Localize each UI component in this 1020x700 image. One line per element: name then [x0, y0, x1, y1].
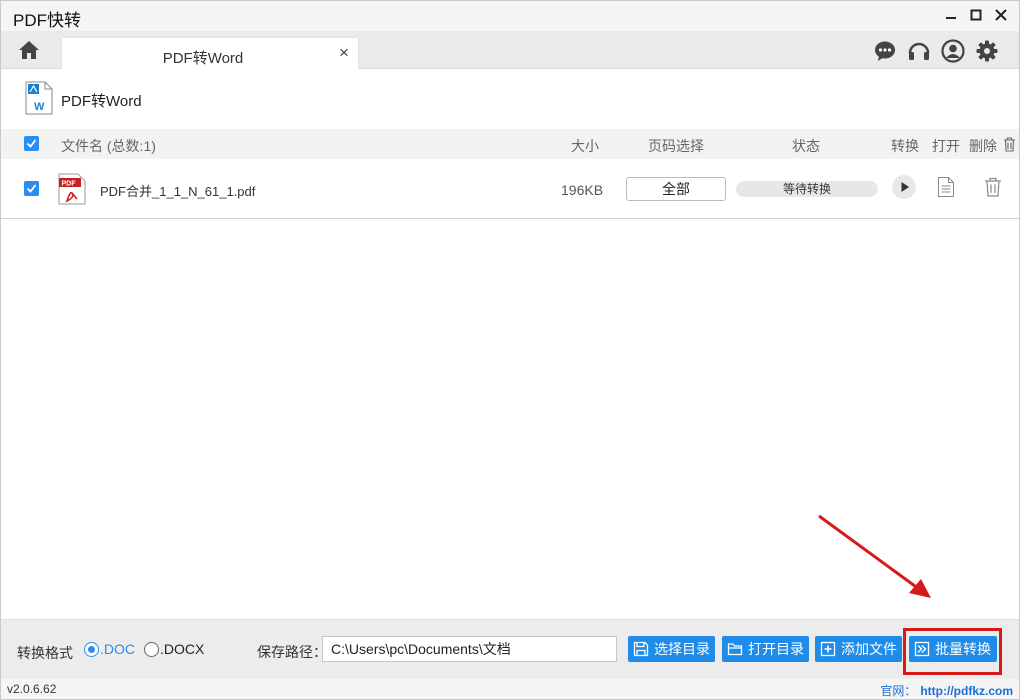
- format-docx-label[interactable]: .DOCX: [160, 641, 204, 657]
- minimize-button[interactable]: [940, 5, 962, 25]
- open-dir-label: 打开目录: [748, 641, 804, 657]
- tab-close-button[interactable]: ×: [336, 44, 352, 62]
- row-checkbox[interactable]: [24, 181, 39, 196]
- headset-icon: [908, 42, 930, 60]
- file-size: 196KB: [561, 182, 604, 198]
- status-badge: 等待转换: [736, 181, 878, 197]
- user-icon: [941, 39, 965, 63]
- section-header: W PDF转Word: [1, 69, 1019, 129]
- app-window: PDF快转 PDF转Word × W PDF转Word 文件名 (总数:1) 大…: [0, 0, 1020, 700]
- format-doc-radio[interactable]: [84, 642, 99, 657]
- delete-row-button[interactable]: [984, 177, 1002, 197]
- tab-pdf-to-word[interactable]: PDF转Word ×: [61, 37, 359, 69]
- status-bar: v2.0.6.62 官网： http://pdfkz.com: [1, 679, 1019, 699]
- save-path-label: 保存路径：: [257, 644, 327, 660]
- page-select-button[interactable]: 全部: [626, 177, 726, 201]
- website-label: 官网：: [880, 684, 917, 698]
- svg-text:W: W: [34, 101, 45, 113]
- select-all-checkbox[interactable]: [24, 136, 39, 151]
- home-button[interactable]: [17, 38, 41, 62]
- title-bar: PDF快转: [1, 1, 1019, 31]
- version-label: v2.0.6.62: [7, 682, 57, 696]
- convert-button[interactable]: [892, 175, 916, 199]
- save-path-input[interactable]: [322, 636, 617, 662]
- bottom-bar: 转换格式 .DOC .DOCX 保存路径： 选择目录 打开目录 添加文件: [1, 619, 1019, 679]
- chat-icon: [875, 41, 895, 61]
- delete-all-trash-icon[interactable]: [1003, 137, 1016, 152]
- column-header-size: 大小: [571, 138, 599, 154]
- play-icon: [901, 182, 909, 192]
- save-icon: [633, 641, 649, 657]
- column-header-filename: 文件名 (总数:1): [61, 138, 156, 154]
- add-file-button[interactable]: 添加文件: [815, 636, 902, 662]
- plus-icon: [820, 641, 836, 657]
- batch-icon: [914, 641, 930, 657]
- pdf-file-icon: PDF: [58, 173, 86, 205]
- section-title: PDF转Word: [61, 93, 142, 110]
- check-icon: [26, 184, 37, 193]
- svg-text:PDF: PDF: [62, 181, 77, 188]
- app-title: PDF快转: [13, 11, 81, 30]
- website-link[interactable]: 官网： http://pdfkz.com: [880, 682, 1013, 699]
- gear-icon: [976, 40, 998, 62]
- home-icon: [19, 41, 39, 59]
- open-file-button[interactable]: [937, 177, 955, 197]
- column-header-status: 状态: [792, 138, 820, 154]
- chat-button[interactable]: [873, 39, 897, 63]
- format-label: 转换格式: [17, 645, 73, 661]
- check-icon: [26, 139, 37, 148]
- choose-dir-label: 选择目录: [654, 641, 710, 657]
- column-header-page-select: 页码选择: [648, 138, 704, 154]
- website-url: http://pdfkz.com: [920, 684, 1013, 698]
- maximize-button[interactable]: [965, 5, 987, 25]
- format-doc-label[interactable]: .DOC: [100, 641, 135, 657]
- column-header-convert: 转换: [891, 138, 919, 154]
- open-file-icon: [938, 177, 954, 197]
- trash-icon: [985, 177, 1001, 197]
- open-dir-button[interactable]: 打开目录: [722, 636, 809, 662]
- batch-convert-button[interactable]: 批量转换: [909, 636, 997, 662]
- tab-bar: PDF转Word ×: [1, 31, 1019, 69]
- close-window-button[interactable]: [990, 5, 1012, 25]
- batch-convert-label: 批量转换: [935, 641, 991, 657]
- tab-label: PDF转Word: [162, 50, 244, 67]
- table-row: PDF PDF合并_1_1_N_61_1.pdf 196KB 全部 等待转换: [1, 159, 1019, 219]
- column-header-delete: 删除: [969, 138, 997, 154]
- format-docx-radio[interactable]: [144, 642, 159, 657]
- close-icon: [995, 9, 1007, 21]
- settings-button[interactable]: [975, 39, 999, 63]
- add-file-label: 添加文件: [841, 641, 897, 657]
- account-button[interactable]: [941, 39, 965, 63]
- folder-icon: [727, 643, 743, 656]
- minimize-icon: [946, 17, 956, 19]
- maximize-icon: [970, 9, 982, 21]
- annotation-arrow: [818, 514, 931, 598]
- choose-dir-button[interactable]: 选择目录: [628, 636, 715, 662]
- table-header: 文件名 (总数:1) 大小 页码选择 状态 转换 打开 删除: [1, 129, 1019, 159]
- support-button[interactable]: [907, 39, 931, 63]
- file-name: PDF合并_1_1_N_61_1.pdf: [100, 184, 256, 199]
- column-header-open: 打开: [932, 138, 960, 154]
- word-doc-icon: W: [25, 81, 53, 115]
